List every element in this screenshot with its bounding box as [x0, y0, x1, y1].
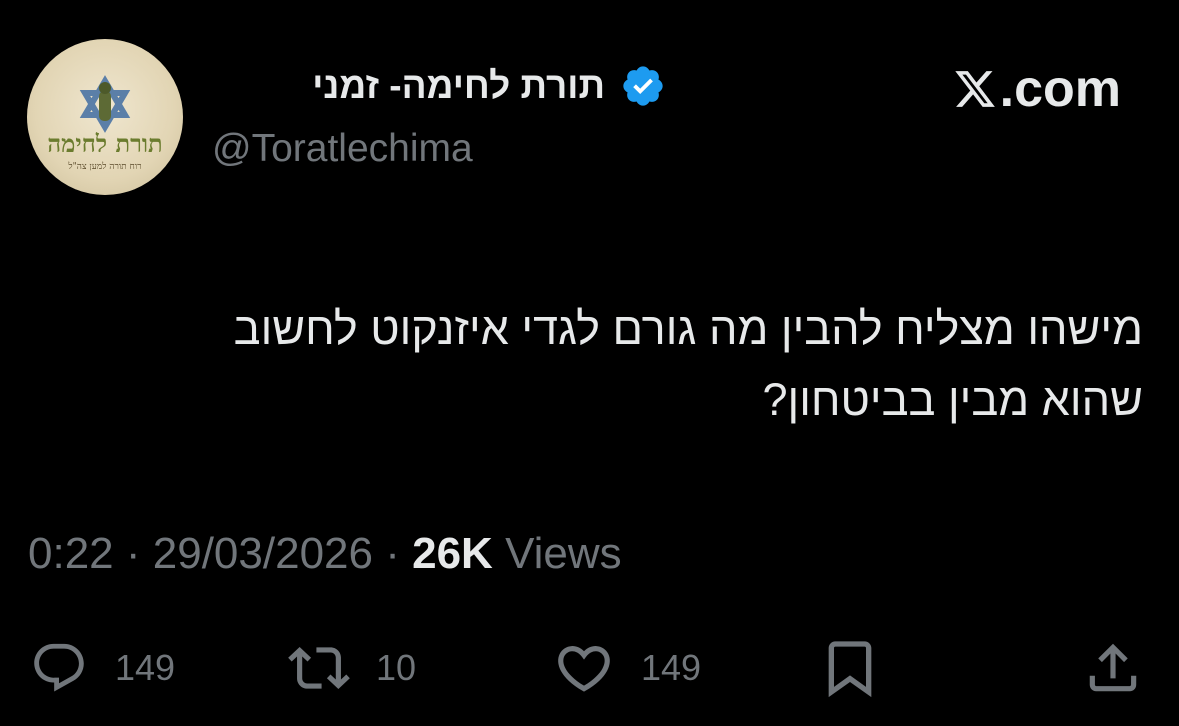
meta-separator: · [125, 529, 141, 578]
reply-count: 149 [115, 647, 176, 688]
x-logo-icon [954, 71, 995, 107]
author-handle[interactable]: @Toratlechima [212, 124, 473, 174]
repost-count: 10 [376, 647, 417, 688]
reply-icon [34, 643, 84, 692]
bookmark-button[interactable] [818, 636, 882, 700]
tweet-text-line: מישהו מצליח להבין מה גורם לגדי איזנקוט ל… [233, 303, 1143, 354]
like-icon [558, 646, 610, 692]
reply-button[interactable]: 149 [30, 636, 175, 700]
avatar-logo-subtitle: רוח תורה למען צה"ל [68, 162, 142, 172]
brand-text: .com [999, 60, 1121, 118]
bookmark-icon [828, 641, 872, 698]
share-button[interactable] [1082, 636, 1144, 700]
repost-icon [288, 647, 350, 689]
tweet-time[interactable]: 0:22 [28, 529, 114, 578]
views-label: Views [505, 529, 622, 578]
tweet-date[interactable]: 29/03/2026 [153, 529, 373, 578]
brand-logo: .com [952, 59, 1121, 119]
avatar[interactable]: תורת לחימה רוח תורה למען צה"ל [27, 39, 183, 195]
action-bar: 149 10 149 [0, 636, 1179, 700]
like-button[interactable]: 149 [553, 636, 701, 700]
meta-separator: · [385, 529, 400, 578]
avatar-logo-title: תורת לחימה [47, 129, 163, 158]
tweet-text-line: שהוא מבין בביטחון? [762, 374, 1143, 425]
verified-badge-icon [623, 66, 663, 106]
tweet-meta: 0:22 · 29/03/2026 · 26K Views [28, 527, 622, 581]
repost-button[interactable]: 10 [288, 636, 416, 700]
tweet-text: מישהו מצליח להבין מה גורם לגדי איזנקוט ל… [33, 293, 1143, 435]
like-count: 149 [641, 647, 702, 688]
share-icon [1089, 643, 1137, 692]
author-display-name[interactable]: תורת לחימה- זמני [312, 62, 605, 110]
views-count: 26K [412, 529, 493, 578]
